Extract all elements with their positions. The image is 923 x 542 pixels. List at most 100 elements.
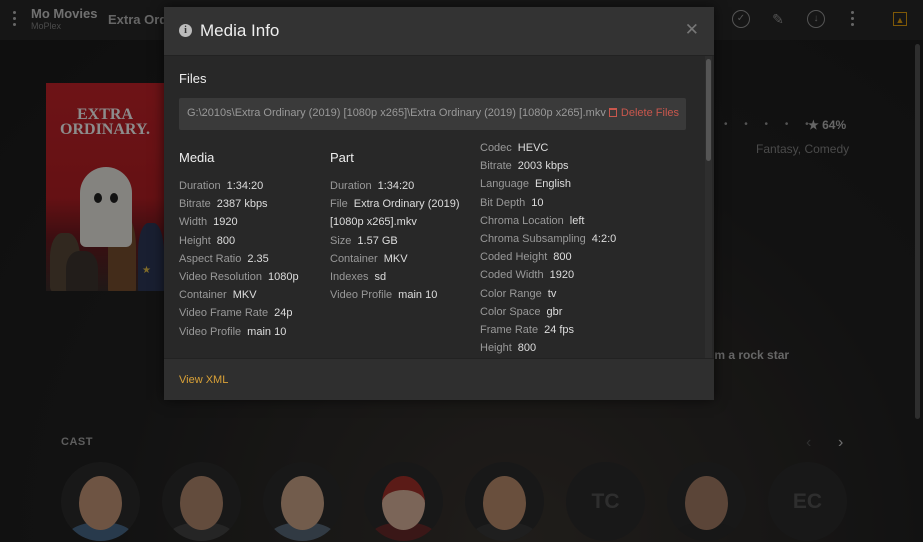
info-row: Duration 1:34:20 (330, 177, 460, 195)
info-key: Codec (480, 142, 512, 154)
info-key: Width (179, 216, 208, 229)
info-row: Video Frame Rate 24p (179, 304, 299, 322)
close-icon[interactable]: ✕ (685, 20, 699, 40)
info-value: 1920 (549, 269, 575, 282)
info-key: Language (480, 178, 529, 191)
info-row: Color Space gbr (480, 303, 616, 321)
info-value: 2003 kbps (517, 160, 569, 173)
info-value: 24 fps (544, 323, 575, 336)
info-value: 800 (553, 251, 572, 264)
info-value: 4:2:0 (591, 232, 617, 245)
info-row: Indexes sd (330, 268, 460, 286)
info-row: Codec HEVC (480, 139, 616, 157)
info-key: Bitrate (179, 198, 211, 211)
delete-files-label: Delete Files (620, 107, 679, 119)
info-key: Frame Rate (480, 323, 539, 336)
info-key: Bitrate (480, 160, 512, 173)
info-value: tv (547, 287, 557, 300)
info-key: Duration (330, 180, 372, 192)
info-value: 1.57 GB (357, 234, 398, 247)
trash-icon (608, 108, 617, 117)
delete-files-button[interactable]: Delete Files (608, 107, 679, 119)
info-key: Chroma Subsampling (480, 232, 586, 245)
info-value: HEVC (517, 142, 549, 154)
info-key: Coded Height (480, 251, 548, 264)
info-key: Height (480, 342, 512, 355)
info-value: 800 (517, 342, 537, 355)
info-value: MKV (232, 289, 257, 302)
info-key: Height (179, 234, 211, 247)
media-heading: Media (179, 150, 215, 165)
info-row: [1080p x265].mkv (330, 213, 460, 231)
part-column: Part Duration 1:34:20 File Extra Ordinary … (330, 148, 460, 304)
info-key: Coded Width (480, 269, 544, 282)
info-key: Chroma Location (480, 214, 564, 227)
info-row: Coded Height 800 (480, 248, 616, 266)
media-info-modal: i Media Info ✕ Files G:\2010s\Extra Ordi… (164, 7, 714, 400)
info-value: 10 (531, 196, 544, 209)
info-row: Coded Width 1920 (480, 266, 616, 284)
info-key: Container (179, 289, 227, 302)
info-row: Video Resolution 1080p (179, 268, 299, 286)
info-key: Duration (179, 180, 221, 192)
info-value: 2387 kbps (216, 198, 268, 211)
info-value: MKV (383, 252, 408, 265)
info-row: Container MKV (179, 286, 299, 304)
info-row: Duration 1:34:20 (179, 177, 299, 195)
info-row: Height 800 (179, 232, 299, 250)
info-row: Color Range tv (480, 285, 616, 303)
info-icon: i (179, 24, 192, 37)
file-path: G:\2010s\Extra Ordinary (2019) [1080p x2… (187, 107, 606, 119)
info-key: Size (330, 234, 352, 247)
file-row: G:\2010s\Extra Ordinary (2019) [1080p x2… (179, 98, 686, 130)
info-row: Size 1.57 GB (330, 232, 460, 250)
info-value: main 10 (247, 325, 287, 338)
info-key: Aspect Ratio (179, 252, 242, 265)
info-row: Width 1920 (179, 213, 299, 231)
info-key: Video Profile (179, 325, 242, 338)
info-key: File (330, 198, 348, 211)
stream-column: Codec HEVC Bitrate 2003 kbps Language Engli… (480, 139, 616, 357)
info-row: Language English (480, 175, 616, 193)
modal-header: i Media Info ✕ (164, 7, 714, 56)
info-key: Video Profile (330, 289, 393, 302)
info-key: Color Space (480, 305, 541, 318)
info-row: Height 800 (480, 339, 616, 357)
info-value: gbr (546, 305, 563, 318)
info-value: 2.35 (247, 252, 269, 265)
part-heading: Part (330, 150, 354, 165)
info-row: Aspect Ratio 2.35 (179, 250, 299, 268)
modal-scrollbar[interactable] (706, 59, 711, 161)
media-column: Media Duration 1:34:20 Bitrate 2387 kbps W… (179, 148, 299, 341)
info-value: 800 (216, 234, 236, 247)
info-value: sd (374, 270, 387, 283)
info-row: Bitrate 2003 kbps (480, 157, 616, 175)
modal-title: Media Info (200, 21, 280, 40)
info-row: Bitrate 2387 kbps (179, 195, 299, 213)
info-row: Video Profile main 10 (330, 286, 460, 304)
info-key: Color Range (480, 287, 542, 300)
info-row: Frame Rate 24 fps (480, 321, 616, 339)
info-key: Video Frame Rate (179, 307, 269, 320)
info-row: Video Profile main 10 (179, 323, 299, 341)
view-xml-link[interactable]: View XML (179, 374, 228, 386)
info-row: File Extra Ordinary (2019) (330, 195, 460, 213)
modal-footer: View XML (164, 358, 714, 400)
files-heading: Files (179, 71, 207, 86)
info-value: 1920 (213, 216, 238, 229)
info-key: Container (330, 252, 378, 265)
info-value: left (569, 214, 585, 227)
info-value: 24p (274, 307, 293, 320)
info-key: Video Resolution (179, 270, 262, 283)
info-value: English (534, 178, 572, 191)
info-row: Bit Depth 10 (480, 194, 616, 212)
info-value: [1080p x265].mkv (330, 216, 417, 229)
info-value: 1:34:20 (377, 180, 415, 192)
info-value: Extra Ordinary (2019) (353, 198, 460, 211)
info-key: Bit Depth (480, 196, 526, 209)
info-value: main 10 (398, 289, 438, 302)
info-value: 1080p (267, 270, 299, 283)
info-row: Chroma Location left (480, 212, 616, 230)
info-key: Indexes (330, 270, 369, 283)
info-row: Container MKV (330, 250, 460, 268)
